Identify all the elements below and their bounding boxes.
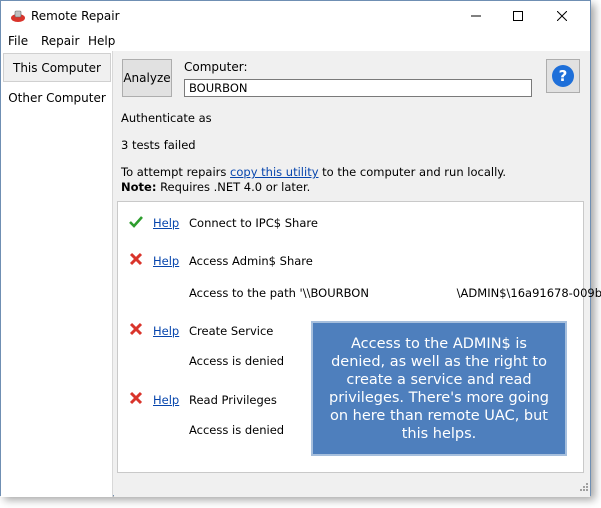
resize-grip-icon[interactable]: [577, 482, 589, 494]
close-button[interactable]: [539, 1, 585, 31]
question-icon: ?: [552, 65, 574, 87]
maximize-button[interactable]: [495, 1, 541, 31]
cross-icon: [129, 391, 143, 405]
test-name-ipc: Connect to IPC$ Share: [189, 216, 318, 230]
annotation-callout: Access to the ADMIN$ is denied, as well …: [311, 321, 567, 456]
test-detail-admin-share: Access to the path '\\BOURBON \ADMIN$\16…: [189, 286, 601, 300]
title-bar: Remote Repair: [1, 1, 590, 31]
repair-suffix: to the computer and run locally.: [318, 165, 507, 179]
minimize-button[interactable]: [453, 1, 499, 31]
menu-help[interactable]: Help: [88, 34, 115, 48]
window-title: Remote Repair: [31, 9, 120, 23]
help-button[interactable]: ?: [546, 59, 580, 93]
help-link-create-service[interactable]: Help: [153, 324, 179, 338]
repair-instructions: To attempt repairs copy this utility to …: [121, 165, 506, 179]
note-label: Note:: [121, 180, 157, 194]
tests-failed-text: 3 tests failed: [121, 138, 196, 152]
menu-bar: File Repair Help: [1, 31, 590, 51]
analyze-button[interactable]: Analyze: [122, 59, 172, 97]
computer-input[interactable]: [184, 79, 532, 97]
help-link-admin-share[interactable]: Help: [153, 254, 179, 268]
maximize-icon: [513, 11, 523, 21]
callout-text: Access to the ADMIN$ is denied, as well …: [329, 335, 549, 442]
copy-utility-link[interactable]: copy this utility: [230, 165, 318, 179]
minimize-icon: [471, 15, 481, 17]
help-link-read-privileges[interactable]: Help: [153, 393, 179, 407]
test-name-admin-share: Access Admin$ Share: [189, 254, 313, 268]
check-icon: [129, 216, 143, 228]
requirements-note: Note: Requires .NET 4.0 or later.: [121, 180, 310, 194]
app-icon: [11, 10, 25, 22]
repair-prefix: To attempt repairs: [121, 165, 231, 179]
computer-label: Computer:: [184, 60, 248, 74]
note-text: Requires .NET 4.0 or later.: [156, 180, 311, 194]
test-name-read-privileges: Read Privileges: [189, 393, 277, 407]
computer-tab-list: This Computer Other Computer: [1, 51, 113, 497]
cross-icon: [129, 322, 143, 336]
help-link-ipc[interactable]: Help: [153, 216, 179, 230]
test-detail-read-privileges: Access is denied: [189, 423, 285, 437]
cross-icon: [129, 252, 143, 266]
authenticate-link[interactable]: Authenticate as: [121, 111, 212, 125]
tab-other-computer[interactable]: Other Computer: [3, 83, 111, 112]
tab-this-computer[interactable]: This Computer: [3, 53, 111, 82]
menu-file[interactable]: File: [8, 34, 28, 48]
menu-repair[interactable]: Repair: [41, 34, 79, 48]
svg-text:?: ?: [559, 67, 568, 85]
test-name-create-service: Create Service: [189, 324, 274, 338]
close-icon: [557, 11, 567, 21]
test-detail-create-service: Access is denied: [189, 354, 285, 368]
